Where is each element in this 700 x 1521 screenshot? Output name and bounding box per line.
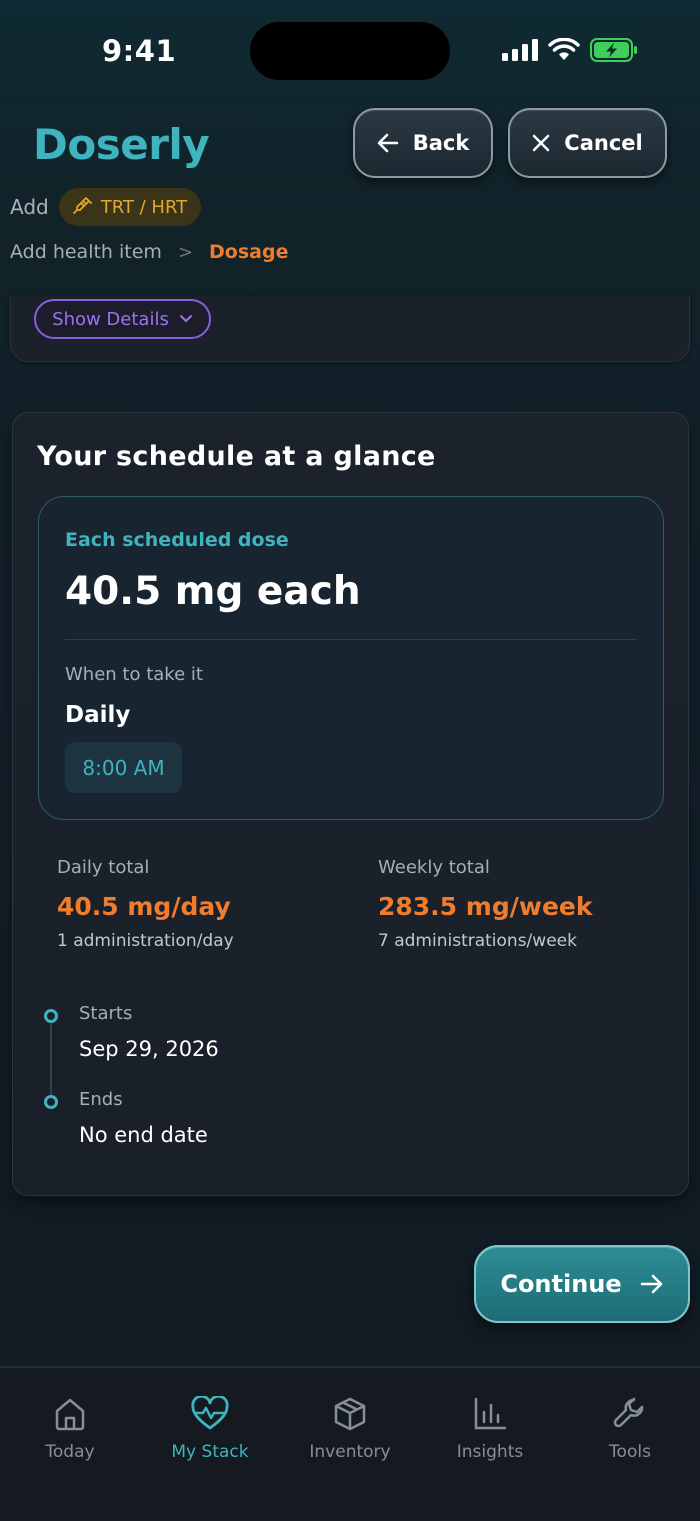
details-card: Show Details bbox=[10, 296, 690, 362]
arrow-left-icon bbox=[377, 133, 398, 153]
schedule-card: Your schedule at a glance Each scheduled… bbox=[12, 412, 689, 1196]
status-icons bbox=[502, 38, 638, 62]
close-icon bbox=[533, 134, 550, 152]
frequency-value: Daily bbox=[65, 702, 131, 728]
starts-label: Starts bbox=[79, 1003, 133, 1024]
bar-chart-icon bbox=[474, 1397, 507, 1430]
show-details-button[interactable]: Show Details bbox=[34, 299, 211, 339]
back-button-label: Back bbox=[412, 131, 470, 155]
daily-total: Daily total 40.5 mg/day 1 administration… bbox=[57, 857, 234, 951]
daily-total-sub: 1 administration/day bbox=[57, 931, 234, 951]
tab-my-stack-label: My Stack bbox=[171, 1442, 249, 1462]
tab-tools-label: Tools bbox=[609, 1442, 651, 1462]
category-chip-label: TRT / HRT bbox=[100, 196, 188, 218]
tab-tools[interactable]: Tools bbox=[560, 1394, 700, 1462]
ends-label: Ends bbox=[79, 1089, 123, 1110]
tab-inventory[interactable]: Inventory bbox=[280, 1394, 420, 1462]
tab-insights-label: Insights bbox=[456, 1442, 524, 1462]
wifi-icon bbox=[548, 38, 580, 60]
ends-value: No end date bbox=[79, 1123, 208, 1147]
syringe-icon bbox=[72, 197, 92, 214]
wrench-icon bbox=[613, 1397, 644, 1428]
tab-my-stack[interactable]: My Stack bbox=[140, 1394, 280, 1462]
heart-pulse-icon bbox=[191, 1396, 229, 1430]
end-dot-icon bbox=[44, 1095, 58, 1109]
weekly-total-label: Weekly total bbox=[378, 857, 490, 878]
weekly-total: Weekly total 283.5 mg/week 7 administrat… bbox=[378, 857, 593, 951]
tab-inventory-label: Inventory bbox=[309, 1442, 391, 1462]
continue-button-label: Continue bbox=[500, 1270, 622, 1298]
dose-card: Each scheduled dose 40.5 mg each When to… bbox=[38, 496, 664, 820]
cellular-signal-icon bbox=[502, 39, 538, 61]
tab-bar: Today My Stack Inventory Insights Tools bbox=[0, 1366, 700, 1521]
continue-button[interactable]: Continue bbox=[474, 1245, 690, 1323]
when-label: When to take it bbox=[65, 664, 203, 685]
weekly-total-value: 283.5 mg/week bbox=[378, 892, 593, 921]
cancel-button-label: Cancel bbox=[564, 131, 643, 155]
tab-insights[interactable]: Insights bbox=[420, 1394, 560, 1462]
breadcrumb: Add health item > Dosage bbox=[10, 241, 288, 263]
breadcrumb-current-dosage: Dosage bbox=[209, 241, 289, 263]
timeline-line bbox=[50, 1021, 52, 1103]
daily-total-value: 40.5 mg/day bbox=[57, 892, 231, 921]
status-bar: 9:41 bbox=[0, 0, 700, 100]
totals-panel: Daily total 40.5 mg/day 1 administration… bbox=[31, 835, 663, 975]
dose-label: Each scheduled dose bbox=[65, 529, 289, 551]
arrow-right-icon bbox=[640, 1274, 662, 1294]
divider bbox=[65, 639, 637, 640]
breadcrumb-separator: > bbox=[177, 241, 194, 263]
category-chip: TRT / HRT bbox=[58, 188, 202, 226]
box-icon bbox=[334, 1397, 366, 1431]
add-label: Add bbox=[10, 195, 49, 219]
back-button[interactable]: Back bbox=[353, 108, 493, 178]
app-brand: Doserly bbox=[33, 120, 210, 169]
home-icon bbox=[55, 1398, 85, 1431]
schedule-title: Your schedule at a glance bbox=[37, 441, 436, 472]
daily-total-label: Daily total bbox=[57, 857, 150, 878]
tab-today-label: Today bbox=[45, 1442, 95, 1462]
status-time: 9:41 bbox=[102, 34, 177, 68]
battery-charging-icon bbox=[590, 38, 637, 62]
time-chip: 8:00 AM bbox=[65, 742, 182, 793]
dynamic-island bbox=[250, 22, 450, 80]
cancel-button[interactable]: Cancel bbox=[508, 108, 667, 178]
date-timeline: Starts Sep 29, 2026 Ends No end date bbox=[43, 1003, 443, 1167]
dose-value: 40.5 mg each bbox=[65, 569, 361, 614]
weekly-total-sub: 7 administrations/week bbox=[378, 931, 577, 951]
start-dot-icon bbox=[44, 1009, 58, 1023]
tab-today[interactable]: Today bbox=[0, 1394, 140, 1462]
breadcrumb-add-health-item[interactable]: Add health item bbox=[10, 241, 162, 263]
starts-value: Sep 29, 2026 bbox=[79, 1037, 219, 1061]
chevron-down-icon bbox=[179, 315, 192, 322]
add-category-row: Add TRT / HRT bbox=[10, 188, 202, 226]
show-details-label: Show Details bbox=[52, 308, 169, 330]
